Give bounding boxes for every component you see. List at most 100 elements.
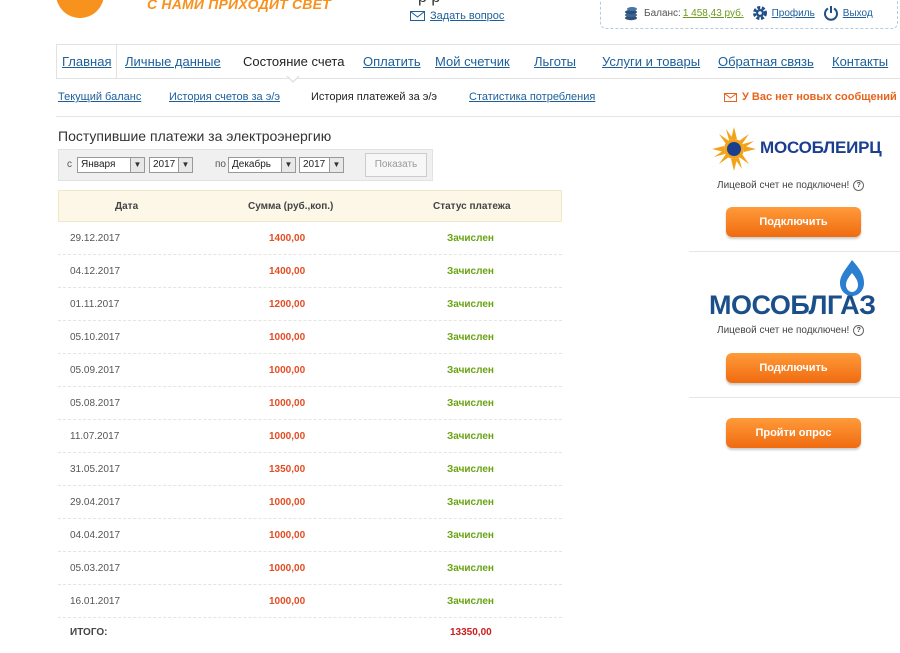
row-sum: 1200,00 [269,299,306,310]
row-date: 01.11.2017 [70,299,120,310]
table-row: 05.10.2017 1000,00 Зачислен [58,321,562,354]
row-sum: 1000,00 [269,365,306,376]
row-date: 04.04.2017 [70,530,121,541]
table-row: 04.04.2017 1000,00 Зачислен [58,519,562,552]
nav-services[interactable]: Услуги и товары [602,45,700,78]
eirc-connect-button[interactable]: Подключить [726,207,861,237]
gaz-note-text: Лицевой счет не подключен! [717,325,850,336]
table-row: 05.08.2017 1000,00 Зачислен [58,387,562,420]
coins-icon [625,7,637,21]
gaz-connect-button[interactable]: Подключить [726,353,861,383]
nav-my-meter[interactable]: Мой счетчик [435,45,510,78]
from-month-value: Января [81,159,116,170]
row-status: Зачислен [447,464,494,475]
chevron-down-icon: ▼ [281,158,295,172]
mosoblgaz-logo-text: МОСОБЛГАЗ [709,290,876,320]
row-date: 31.05.2017 [70,464,121,475]
active-tab-pointer [286,75,300,83]
table-header: Дата Сумма (руб.,коп.) Статус платежа [58,190,562,222]
row-date: 29.12.2017 [70,233,121,244]
row-sum: 1000,00 [269,563,306,574]
divider [56,116,900,117]
row-date: 16.01.2017 [70,596,121,607]
row-date: 11.07.2017 [70,431,120,442]
row-date: 29.04.2017 [70,497,121,508]
subnav-consumption-stats[interactable]: Статистика потребления [469,91,595,103]
gaz-account-note: Лицевой счет не подключен! ? [717,325,865,336]
row-sum: 1000,00 [269,596,306,607]
row-status: Зачислен [447,497,494,508]
row-sum: 1400,00 [269,266,306,277]
table-row: 29.04.2017 1000,00 Зачислен [58,486,562,519]
nav-account-state[interactable]: Состояние счета [243,45,344,78]
gear-icon[interactable] [752,5,768,21]
user-panel: Баланс: 1 458,43 руб. Профиль Выход [600,0,898,29]
row-sum: 1000,00 [269,332,306,343]
table-row: 31.05.2017 1350,00 Зачислен [58,453,562,486]
row-status: Зачислен [447,563,494,574]
slogan: С НАМИ ПРИХОДИТ СВЕТ [147,0,331,12]
header-cut-text: р р [418,0,440,7]
table-row: 04.12.2017 1400,00 Зачислен [58,255,562,288]
subnav-current-balance[interactable]: Текущий баланс [58,91,141,103]
total-value: 13350,00 [450,627,492,638]
nav-contacts[interactable]: Контакты [832,45,888,78]
total-label: ИТОГО: [70,627,108,638]
row-sum: 1000,00 [269,530,306,541]
company-logo[interactable] [56,0,104,18]
messages-label: У Вас нет новых сообщений [742,91,897,103]
nav-benefits[interactable]: Льготы [534,45,576,78]
row-status: Зачислен [447,332,494,343]
nav-pay[interactable]: Оплатить [363,45,421,78]
chevron-down-icon: ▼ [329,158,343,172]
table-row: 01.11.2017 1200,00 Зачислен [58,288,562,321]
envelope-icon [724,92,737,102]
row-sum: 1000,00 [269,497,306,508]
to-label: по [215,159,226,170]
logout-link[interactable]: Выход [843,8,873,19]
table-row: 11.07.2017 1000,00 Зачислен [58,420,562,453]
from-month-select[interactable]: Января ▼ [77,157,145,173]
help-icon[interactable]: ? [853,325,865,336]
row-sum: 1400,00 [269,233,306,244]
balance-value[interactable]: 1 458,43 руб. [683,8,744,19]
survey-button[interactable]: Пройти опрос [726,418,861,448]
to-month-select[interactable]: Декабрь ▼ [228,157,296,173]
period-filter: с Января ▼ 2017 ▼ по Декабрь ▼ 2017 ▼ По… [58,149,433,181]
ask-question-link[interactable]: Задать вопрос [410,10,504,22]
messages-notice[interactable]: У Вас нет новых сообщений [724,91,897,103]
from-label: с [67,159,72,170]
to-year-value: 2017 [303,159,326,170]
to-year-select[interactable]: 2017 ▼ [299,157,344,173]
from-year-select[interactable]: 2017 ▼ [149,157,193,173]
table-row: 16.01.2017 1000,00 Зачислен [58,585,562,618]
row-status: Зачислен [447,233,494,244]
show-button[interactable]: Показать [365,153,427,177]
ask-question-label: Задать вопрос [430,10,505,22]
from-year-value: 2017 [153,159,176,170]
nav-personal-data[interactable]: Личные данные [125,45,221,78]
row-sum: 1350,00 [269,464,306,475]
main-nav: Главная Личные данные Состояние счета Оп… [56,44,900,79]
row-date: 04.12.2017 [70,266,121,277]
page-title: Поступившие платежи за электроэнергию [58,128,332,144]
column-date: Дата [115,201,139,212]
eirc-account-note: Лицевой счет не подключен! ? [717,180,865,191]
mosobleirc-logo-text: МОСОБЛЕИРЦ [760,138,882,157]
column-sum: Сумма (руб.,коп.) [248,201,334,212]
table-row: 05.03.2017 1000,00 Зачислен [58,552,562,585]
row-date: 05.09.2017 [70,365,121,376]
row-sum: 1000,00 [269,398,306,409]
profile-link[interactable]: Профиль [772,8,815,19]
subnav-payments-history[interactable]: История платежей за э/э [311,91,437,103]
help-icon[interactable]: ? [853,180,865,191]
subnav-bills-history[interactable]: История счетов за э/э [169,91,280,103]
table-row: 05.09.2017 1000,00 Зачислен [58,354,562,387]
nav-home[interactable]: Главная [56,45,118,78]
column-status: Статус платежа [433,201,511,212]
row-status: Зачислен [447,431,494,442]
row-date: 05.03.2017 [70,563,121,574]
row-status: Зачислен [447,398,494,409]
power-icon[interactable] [823,5,839,21]
nav-feedback[interactable]: Обратная связь [718,45,814,78]
